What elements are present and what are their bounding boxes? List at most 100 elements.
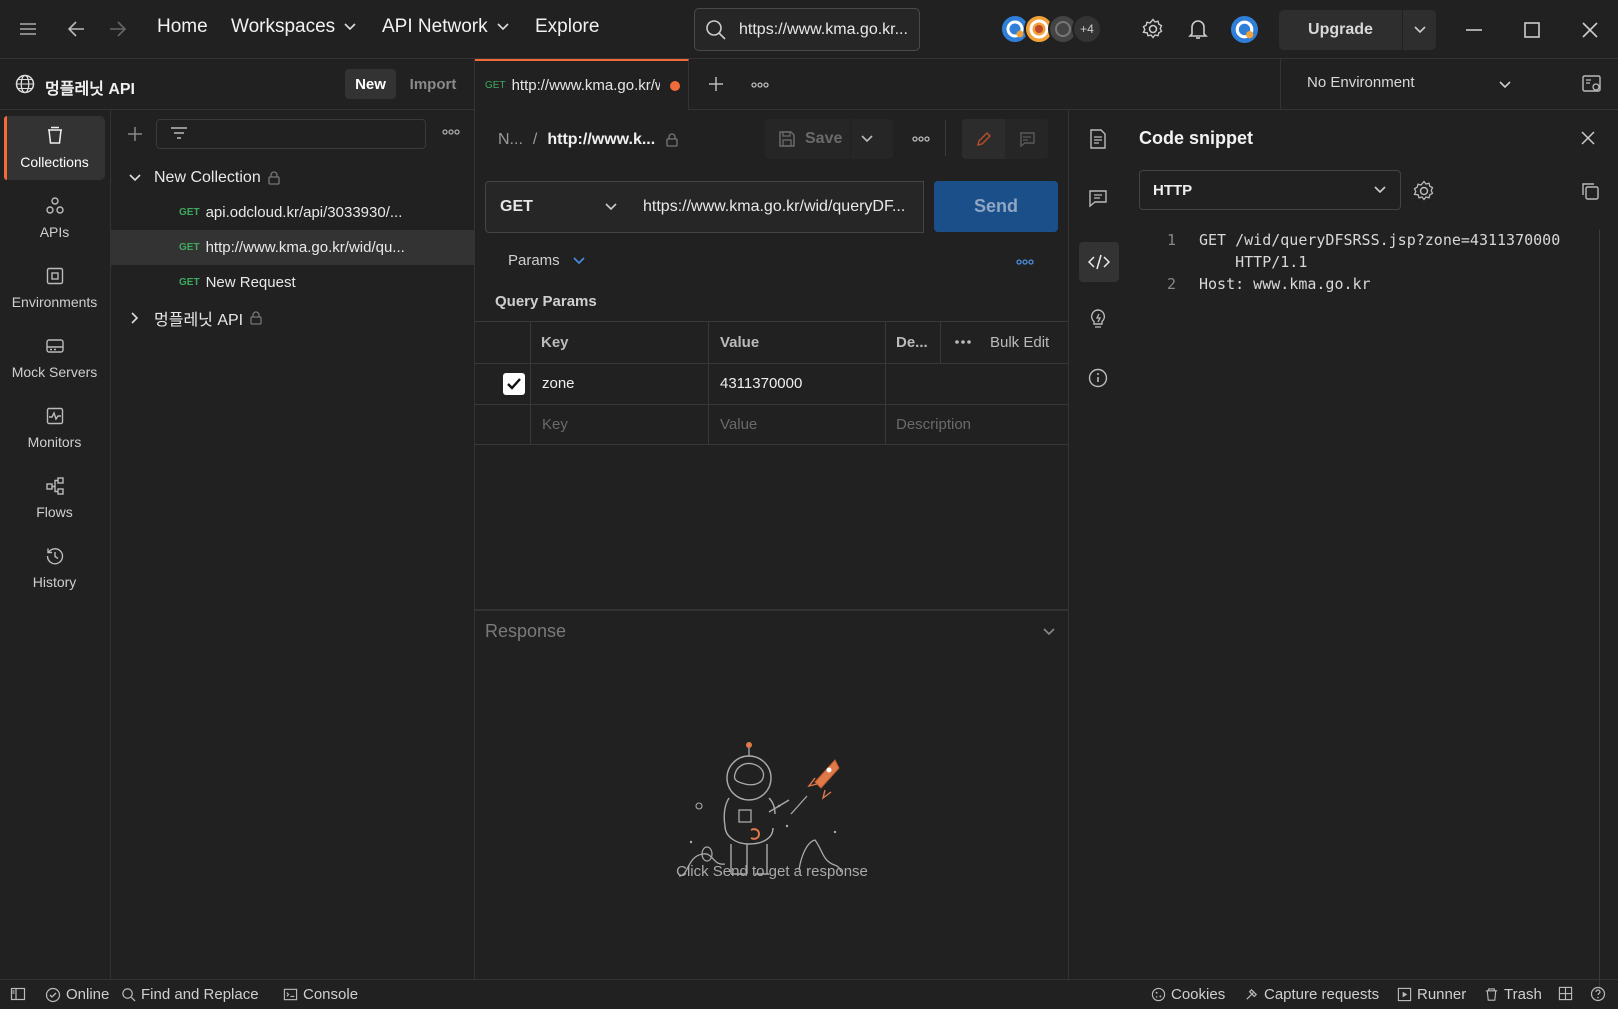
column-options-icon[interactable] [953, 336, 973, 348]
new-param-value-input[interactable]: Value [720, 404, 757, 444]
rail-label: Monitors [27, 434, 82, 450]
rail-item-monitors[interactable]: Monitors [4, 396, 105, 460]
tab-params[interactable]: Params [508, 252, 586, 269]
back-icon[interactable] [66, 19, 88, 39]
find-replace-button[interactable]: Find and Replace [121, 986, 259, 1003]
param-key-input[interactable]: zone [542, 363, 575, 404]
online-status[interactable]: Online [45, 986, 109, 1003]
trash-icon [1485, 988, 1498, 1001]
divider [945, 120, 946, 156]
environment-quick-look-icon[interactable] [1581, 73, 1603, 95]
request-name: http://www.kma.go.kr/wid/qu... [205, 239, 405, 256]
unsaved-dot [669, 80, 680, 91]
param-description-input[interactable] [896, 363, 1066, 404]
collection-item[interactable]: 멍플레닛 API [111, 300, 474, 335]
chevron-down-icon[interactable] [128, 173, 142, 183]
chevron-down-icon [573, 256, 585, 264]
more-options-icon[interactable] [441, 126, 461, 138]
add-icon[interactable] [126, 125, 144, 143]
copy-icon[interactable] [1580, 181, 1600, 201]
nav-workspaces[interactable]: Workspaces [231, 16, 357, 38]
snippet-settings-icon[interactable] [1413, 180, 1435, 202]
layout-icon[interactable] [1558, 986, 1573, 1001]
rail-item-flows[interactable]: Flows [4, 466, 105, 530]
param-value-input[interactable]: 4311370000 [720, 363, 802, 404]
request-item[interactable]: GET New Request [111, 265, 474, 300]
upgrade-button[interactable]: Upgrade [1279, 10, 1436, 50]
user-avatar[interactable] [1229, 14, 1260, 45]
chevron-down-icon [344, 23, 356, 31]
mode-toggle[interactable] [962, 119, 1048, 159]
close-icon[interactable] [1579, 129, 1597, 147]
request-tab[interactable]: GET http://www.kma.go.kr/w [475, 59, 689, 110]
chevron-down-icon[interactable] [1413, 25, 1427, 35]
search-input[interactable]: https://www.kma.go.kr... [694, 8, 920, 51]
team-avatars[interactable]: +4 [1000, 14, 1102, 44]
line-number: 1 [1166, 231, 1176, 249]
bell-icon[interactable] [1188, 18, 1208, 40]
capture-requests-button[interactable]: Capture requests [1244, 986, 1379, 1003]
info-icon[interactable] [1088, 368, 1108, 388]
new-button[interactable]: New [345, 69, 396, 99]
check-icon [507, 378, 521, 390]
request-item[interactable]: GET http://www.kma.go.kr/wid/qu... [111, 230, 474, 265]
request-more-icon[interactable] [911, 133, 931, 145]
code-scrollbar[interactable] [1599, 230, 1600, 989]
breadcrumb-parent[interactable]: N... [498, 131, 523, 149]
environments-icon [46, 267, 63, 285]
chevron-right-icon[interactable] [130, 311, 140, 325]
save-button[interactable]: Save [765, 119, 893, 159]
nav-explore[interactable]: Explore [535, 16, 599, 38]
console-button[interactable]: Console [283, 986, 358, 1003]
chevron-down-icon[interactable] [860, 134, 874, 144]
menu-icon[interactable] [18, 20, 38, 38]
comment-mode-icon[interactable] [1005, 119, 1048, 159]
param-enabled-checkbox[interactable] [503, 373, 525, 395]
send-button[interactable]: Send [934, 181, 1058, 232]
breadcrumb-current[interactable]: http://www.k... [547, 131, 655, 149]
bulk-edit-button[interactable]: Bulk Edit [990, 321, 1049, 363]
rail-label: Collections [20, 154, 89, 170]
new-tab-icon[interactable] [707, 75, 725, 93]
documentation-icon[interactable] [1088, 128, 1108, 150]
rail-item-mock-servers[interactable]: Mock Servers [4, 326, 105, 390]
rail-item-environments[interactable]: Environments [4, 256, 105, 320]
lightbulb-icon[interactable] [1088, 308, 1108, 330]
new-param-description-input[interactable]: Description [896, 404, 971, 444]
runner-button[interactable]: Runner [1397, 986, 1466, 1003]
top-bar: Home Workspaces API Network Explore http… [0, 0, 1618, 59]
rail-item-history[interactable]: History [4, 536, 105, 600]
avatar-overflow-count: +4 [1072, 14, 1102, 44]
comments-icon[interactable] [1088, 188, 1108, 208]
close-window-icon[interactable] [1580, 20, 1600, 40]
request-item[interactable]: GET api.odcloud.kr/api/3033930/... [111, 195, 474, 230]
filter-input[interactable] [156, 119, 426, 149]
rail-item-collections[interactable]: Collections [4, 116, 105, 180]
import-button[interactable]: Import [402, 69, 464, 99]
toggle-sidebar-icon[interactable] [10, 986, 26, 1002]
new-param-key-input[interactable]: Key [542, 404, 568, 444]
url-input[interactable]: https://www.kma.go.kr/wid/queryDF... [629, 181, 924, 233]
rail-item-apis[interactable]: APIs [4, 186, 105, 250]
forward-icon[interactable] [106, 19, 128, 39]
method-select[interactable]: GET [485, 181, 630, 233]
cookies-button[interactable]: Cookies [1151, 986, 1225, 1003]
settings-icon[interactable] [1142, 18, 1164, 40]
edit-mode-icon[interactable] [962, 119, 1005, 159]
environment-selector[interactable]: No Environment [1280, 59, 1618, 110]
minimize-icon[interactable] [1464, 20, 1484, 40]
rail-label: History [32, 574, 77, 590]
trash-button[interactable]: Trash [1484, 986, 1542, 1003]
nav-home[interactable]: Home [157, 16, 208, 38]
response-divider[interactable] [475, 609, 1069, 611]
maximize-icon[interactable] [1522, 20, 1542, 40]
collection-item[interactable]: New Collection [111, 160, 474, 195]
code-icon[interactable] [1079, 242, 1119, 282]
nav-api-network[interactable]: API Network [382, 16, 510, 38]
language-select[interactable]: HTTP [1139, 170, 1401, 210]
help-icon[interactable] [1590, 986, 1606, 1002]
chevron-down-icon[interactable] [1042, 627, 1056, 637]
tab-more-icon[interactable] [750, 79, 770, 91]
params-more-icon[interactable] [1015, 256, 1035, 268]
params-tab-label: Params [508, 252, 560, 269]
